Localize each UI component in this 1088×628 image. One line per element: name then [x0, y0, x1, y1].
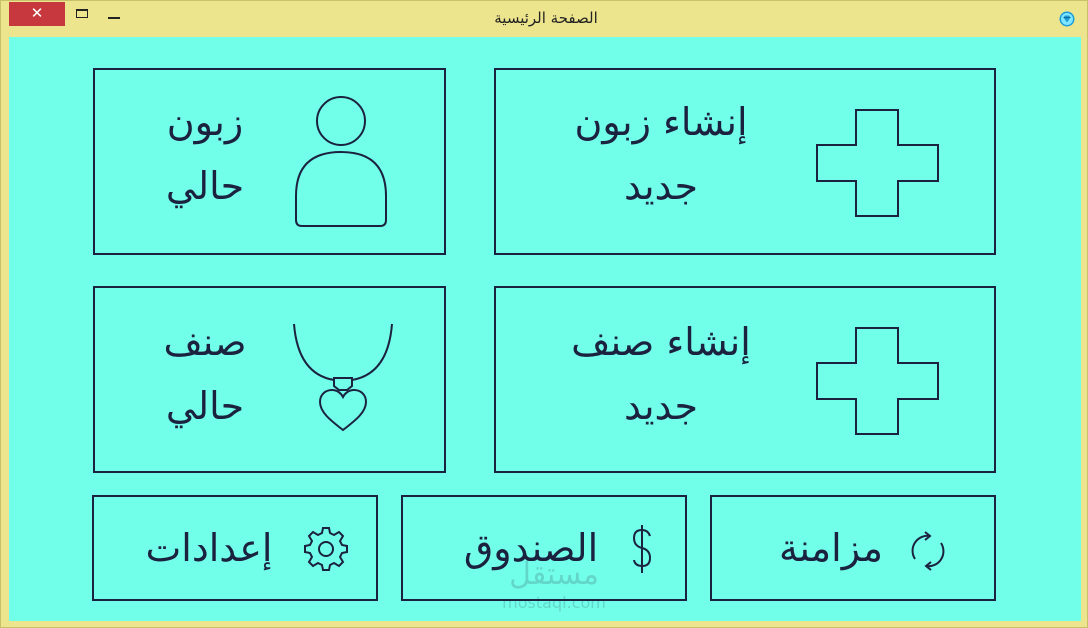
main-panel: إنشاء زبون جديد زبون حالي إنشاء صنف جديد: [9, 37, 1081, 621]
existing-customer-label-line1: زبون: [166, 100, 244, 144]
minimize-button[interactable]: [101, 4, 127, 24]
settings-label: إعدادات: [145, 526, 273, 570]
watermark-latin: mostaql.com: [502, 593, 606, 612]
close-icon: ✕: [30, 4, 44, 22]
window-title: الصفحة الرئيسية: [494, 9, 598, 27]
existing-item-label-line2: حالي: [165, 384, 245, 428]
plus-icon: [816, 109, 939, 217]
new-item-label-line2: جديد: [624, 384, 698, 428]
sync-label: مزامنة: [778, 526, 884, 570]
diamond-icon: [1059, 11, 1075, 27]
watermark: مستقل mostaql.com: [479, 557, 629, 627]
necklace-heart-icon: [293, 323, 393, 432]
new-customer-label: إنشاء زبون جديد: [526, 90, 796, 218]
gear-icon: [304, 527, 348, 571]
existing-customer-label-line2: حالي: [165, 164, 245, 208]
dollar-icon: [632, 525, 652, 573]
existing-customer-label: زبون حالي: [125, 90, 285, 218]
new-item-tile[interactable]: إنشاء صنف جديد: [494, 286, 996, 473]
app-window: ✕ الصفحة الرئيسية إنشاء زبون جديد زبون ح…: [0, 0, 1088, 628]
new-item-label: إنشاء صنف جديد: [521, 310, 801, 438]
minimize-icon: [108, 17, 120, 19]
existing-customer-tile[interactable]: زبون حالي: [93, 68, 446, 255]
title-bar[interactable]: ✕ الصفحة الرئيسية: [1, 1, 1087, 37]
sync-button[interactable]: مزامنة: [710, 495, 996, 601]
person-icon: [295, 96, 387, 227]
new-customer-label-line1: إنشاء زبون: [574, 100, 748, 144]
existing-item-label-line1: صنف: [163, 320, 247, 364]
maximize-button[interactable]: [70, 4, 96, 24]
existing-item-tile[interactable]: صنف حالي: [93, 286, 446, 473]
plus-icon: [816, 327, 939, 435]
new-customer-label-line2: جديد: [624, 164, 698, 208]
new-item-label-line1: إنشاء صنف: [571, 320, 751, 364]
watermark-arabic: مستقل: [509, 557, 599, 592]
maximize-icon: [76, 9, 88, 18]
existing-item-label: صنف حالي: [125, 310, 285, 438]
new-customer-tile[interactable]: إنشاء زبون جديد: [494, 68, 996, 255]
close-button[interactable]: ✕: [9, 2, 65, 26]
sync-icon: [911, 531, 945, 571]
settings-button[interactable]: إعدادات: [92, 495, 378, 601]
